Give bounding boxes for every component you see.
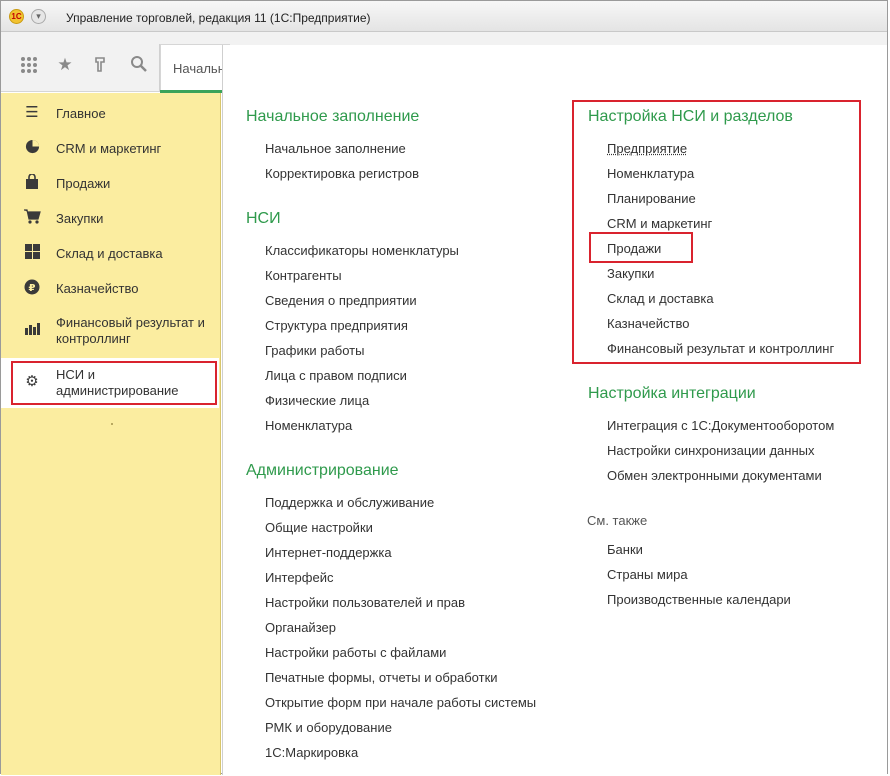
sidebar-item-label-line2: контроллинг [56,331,131,346]
link-nomenclature[interactable]: Номенклатура [607,166,694,181]
sidebar-item-label: CRM и маркетинг [56,141,162,156]
shopping-bag-icon [23,173,41,192]
menu-lines-icon: ☰ [25,104,39,121]
main-menu-button[interactable]: ▾ [31,9,46,24]
link-rmk-equipment[interactable]: РМК и оборудование [265,720,392,735]
link-data-sync-settings[interactable]: Настройки синхронизации данных [607,443,815,458]
link-planning[interactable]: Планирование [607,191,696,206]
cart-icon [23,209,41,227]
link-individuals[interactable]: Физические лица [265,393,369,408]
search-icon[interactable] [129,55,149,75]
sidebar-item-purchases[interactable]: Закупки [1,201,219,235]
sidebar-item-label: Финансовый результат и контроллинг [56,315,205,347]
link-general-settings[interactable]: Общие настройки [265,520,373,535]
section-title-nsi: НСИ [246,210,281,227]
link-register-correction[interactable]: Корректировка регистров [265,166,419,181]
sidebar-item-warehouse[interactable]: Склад и доставка [1,236,219,270]
section-content-panel: Начальное заполнение Начальное заполнени… [222,45,887,775]
link-startup-forms[interactable]: Открытие форм при начале работы системы [265,695,536,710]
link-edi-exchange[interactable]: Обмен электронными документами [607,468,822,483]
link-sales[interactable]: Продажи [607,241,661,256]
section-title-admin: Администрирование [246,462,399,479]
link-organizer[interactable]: Органайзер [265,620,336,635]
ruble-coin-icon: ₽ [23,279,41,297]
svg-text:₽: ₽ [29,283,36,294]
link-item-classifiers[interactable]: Классификаторы номенклатуры [265,243,459,258]
tab-start-page[interactable]: Начальная страница [160,44,230,92]
link-items[interactable]: Номенклатура [265,418,352,433]
link-warehouse-delivery[interactable]: Склад и доставка [607,291,714,306]
link-file-settings[interactable]: Настройки работы с файлами [265,645,446,660]
application-window: 1С ▾ Управление торговлей, редакция 11 (… [0,0,888,775]
link-production-calendars[interactable]: Производственные календари [607,592,791,607]
link-banks[interactable]: Банки [607,542,643,557]
link-marking[interactable]: 1С:Маркировка [265,745,358,760]
sidebar-item-label: Главное [56,106,106,121]
section-title-integration: Настройка интеграции [588,385,756,402]
section-title-nsi-settings: Настройка НСИ и разделов [588,108,793,125]
link-print-forms[interactable]: Печатные формы, отчеты и обработки [265,670,498,685]
history-icon[interactable] [91,55,111,75]
link-company-structure[interactable]: Структура предприятия [265,318,408,333]
link-countries[interactable]: Страны мира [607,567,688,582]
sidebar-item-sales[interactable]: Продажи [1,166,219,200]
link-signatories[interactable]: Лица с правом подписи [265,368,407,383]
link-enterprise[interactable]: Предприятие [607,141,687,156]
warehouse-grid-icon [23,244,41,262]
link-initial-fill[interactable]: Начальное заполнение [265,141,406,156]
star-icon[interactable]: ★ [55,55,75,75]
see-also-title: См. также [587,513,648,528]
link-support[interactable]: Поддержка и обслуживание [265,495,434,510]
title-bar: 1С ▾ Управление торговлей, редакция 11 (… [1,1,887,32]
window-title: Управление торговлей, редакция 11 (1С:Пр… [66,11,371,25]
link-treasury[interactable]: Казначейство [607,316,689,331]
sidebar-item-main[interactable]: ☰ Главное [1,96,219,130]
sidebar-item-label: Склад и доставка [56,246,163,261]
link-counterparties[interactable]: Контрагенты [265,268,342,283]
link-crm-marketing[interactable]: CRM и маркетинг [607,216,712,231]
pie-chart-icon [23,139,41,157]
apps-grid-icon[interactable] [19,55,39,75]
link-financial-result[interactable]: Финансовый результат и контроллинг [607,341,834,356]
link-work-schedules[interactable]: Графики работы [265,343,364,358]
sidebar-item-treasury[interactable]: ₽ Казначейство [1,271,219,305]
sidebar-item-label-line1: Финансовый результат и [56,315,205,330]
sidebar-item-label: Казначейство [56,281,139,296]
sidebar-highlight-box [11,361,217,405]
link-interface[interactable]: Интерфейс [265,570,333,585]
link-company-info[interactable]: Сведения о предприятии [265,293,417,308]
link-user-rights-settings[interactable]: Настройки пользователей и прав [265,595,465,610]
sections-sidebar: ☰ Главное CRM и маркетинг Продажи Закупк… [1,93,221,775]
link-purchases[interactable]: Закупки [607,266,654,281]
link-internet-support[interactable]: Интернет-поддержка [265,545,392,560]
sidebar-decoration [111,423,113,425]
app-logo-icon[interactable]: 1С [9,9,24,24]
sidebar-item-financial-result[interactable]: Финансовый результат и контроллинг [1,309,219,349]
link-docflow-integration[interactable]: Интеграция с 1С:Документооборотом [607,418,834,433]
sidebar-item-label: Закупки [56,211,104,226]
sidebar-item-crm[interactable]: CRM и маркетинг [1,131,219,165]
bar-chart-icon [23,322,41,340]
sidebar-item-label: Продажи [56,176,111,191]
section-title-initial-fill: Начальное заполнение [246,108,420,125]
